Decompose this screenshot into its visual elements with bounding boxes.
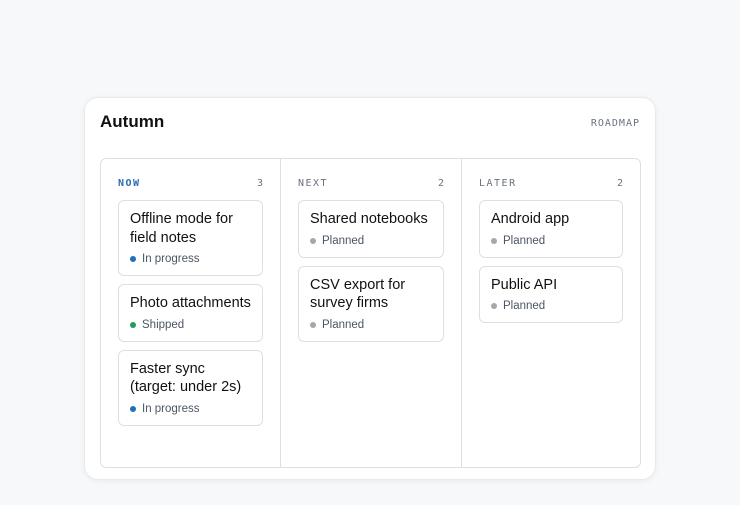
roadmap-item[interactable]: Shared notebooks Planned: [298, 200, 444, 258]
planned-dot-icon: [310, 321, 316, 328]
roadmap-item[interactable]: Photo attachments Shipped: [118, 284, 263, 342]
column-header: LATER 2: [479, 176, 623, 190]
item-title: Faster sync (target: under 2s): [130, 360, 242, 396]
in-progress-dot-icon: [130, 256, 136, 262]
column-now: NOW 3 Offline mode for field notes In pr…: [101, 159, 281, 467]
column-later: LATER 2 Android app Planned Public API P…: [462, 159, 640, 467]
roadmap-item[interactable]: Public API Planned: [479, 265, 623, 323]
item-title: Offline mode for field notes: [130, 211, 233, 246]
item-title: Android app: [491, 211, 570, 227]
roadmap-board: NOW 3 Offline mode for field notes In pr…: [100, 158, 641, 468]
page-title: Autumn: [100, 112, 165, 131]
shipped-dot-icon: [130, 321, 136, 328]
item-title: Photo attachments: [130, 295, 251, 311]
column-next: NEXT 2 Shared notebooks Planned CSV expo…: [281, 159, 462, 467]
column-count: 2: [616, 177, 623, 189]
roadmap-card: Autumn ROADMAP NOW 3 Offline mode for fi…: [84, 97, 656, 480]
roadmap-item[interactable]: Faster sync (target: under 2s) In progre…: [118, 349, 263, 426]
planned-dot-icon: [491, 237, 497, 244]
item-status: In progress: [130, 252, 251, 266]
item-status: Planned: [310, 318, 432, 332]
item-status: Planned: [491, 299, 611, 313]
item-title: CSV export for survey firms: [310, 276, 406, 312]
status-label: In progress: [142, 402, 200, 415]
item-status: Planned: [491, 234, 611, 248]
column-header: NOW 3: [118, 176, 263, 190]
column-title: NEXT: [298, 177, 329, 189]
column-header: NEXT 2: [298, 176, 444, 190]
status-label: In progress: [142, 253, 200, 265]
in-progress-dot-icon: [130, 405, 136, 412]
status-label: Planned: [503, 234, 546, 247]
item-title: Public API: [491, 276, 558, 293]
column-count: 2: [437, 177, 444, 189]
status-label: Planned: [322, 234, 365, 247]
status-label: Shipped: [142, 318, 185, 331]
roadmap-item[interactable]: CSV export for survey firms Planned: [298, 265, 444, 342]
status-label: Planned: [503, 300, 546, 312]
column-count: 3: [256, 177, 263, 189]
roadmap-item[interactable]: Offline mode for field notes In progress: [118, 200, 263, 276]
item-status: Planned: [310, 234, 432, 248]
status-label: Planned: [322, 318, 365, 331]
item-status: In progress: [130, 402, 251, 416]
planned-dot-icon: [310, 237, 316, 244]
roadmap-item[interactable]: Android app Planned: [479, 200, 623, 258]
column-title: NOW: [118, 177, 141, 189]
column-title: LATER: [479, 177, 517, 189]
item-status: Shipped: [130, 318, 251, 332]
roadmap-tag: ROADMAP: [590, 118, 640, 129]
item-title: Shared notebooks: [310, 211, 428, 227]
planned-dot-icon: [491, 303, 497, 309]
